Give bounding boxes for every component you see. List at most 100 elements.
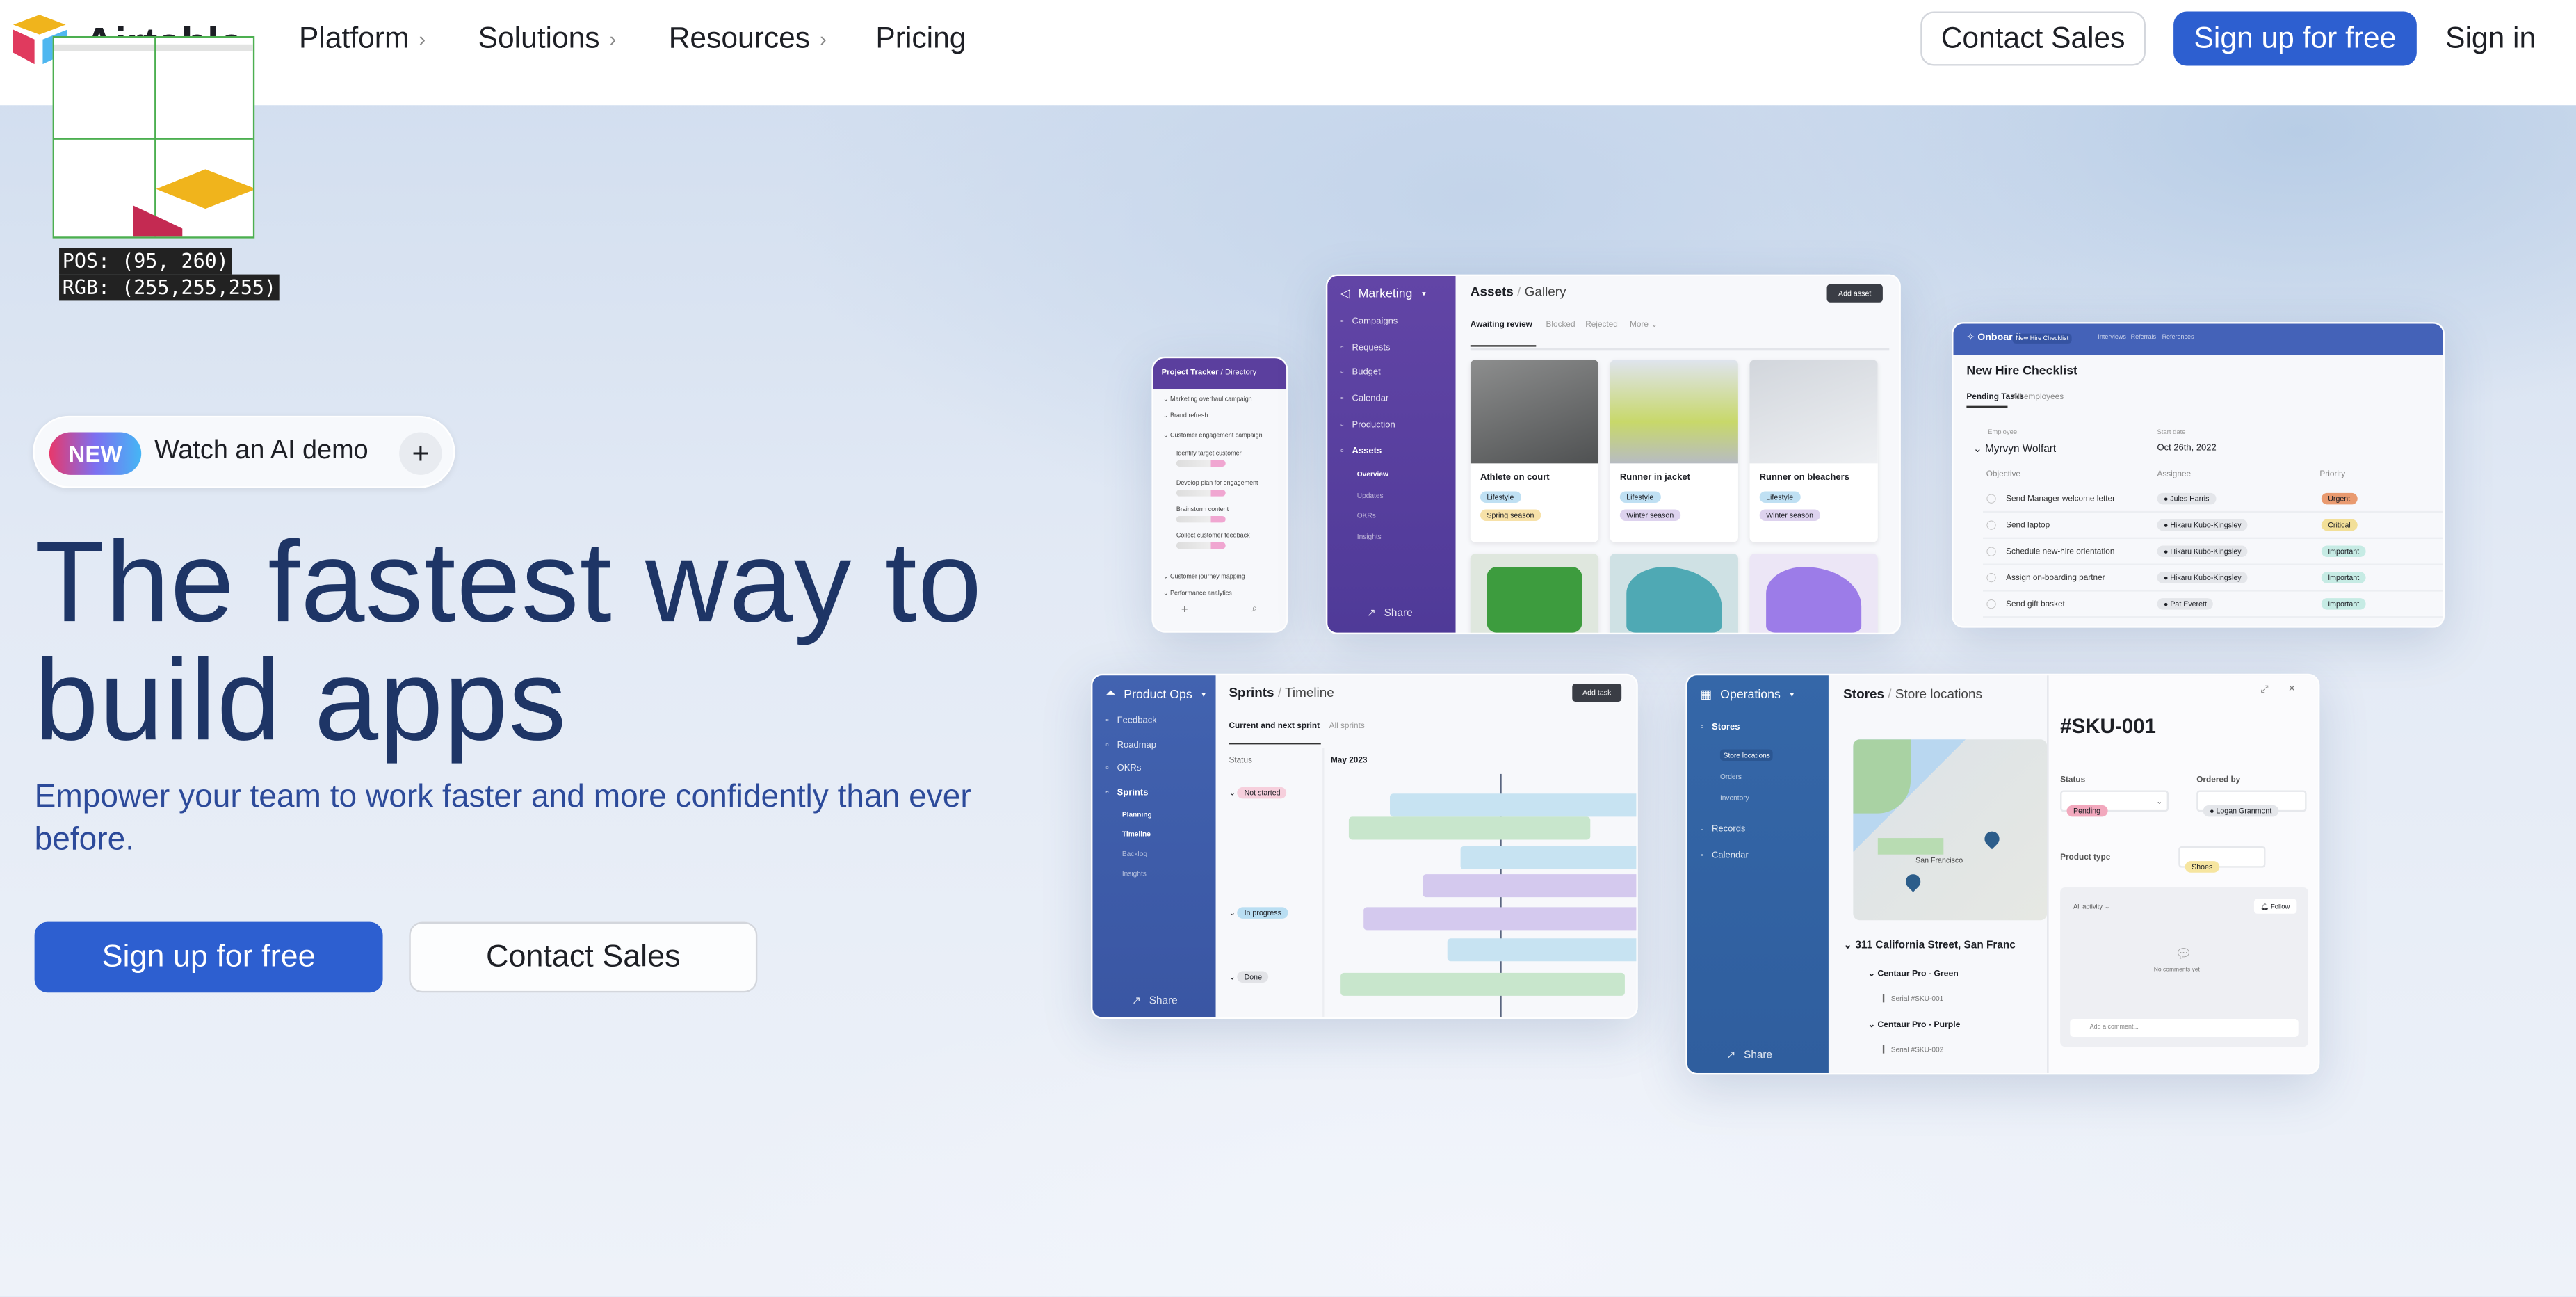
ordered-by-select[interactable]: ● Logan Granmont (2196, 790, 2307, 817)
tracker-item[interactable]: ⌄ Marketing overhaul campaign (1163, 394, 1252, 402)
map-pin-icon[interactable] (1902, 871, 1924, 892)
tracker-item[interactable]: Develop plan for engagement (1176, 480, 1258, 486)
add-asset-button[interactable]: Add asset (1826, 284, 1883, 303)
share-button[interactable]: ↗ Share (1726, 1049, 1772, 1062)
item-group[interactable]: ⌄ Centaur Pro - Purple (1868, 1020, 1961, 1030)
timeline-bar[interactable] (1390, 793, 1637, 817)
nav-solutions[interactable]: Solutions › (478, 22, 617, 56)
sidebar-item-campaigns[interactable]: ▫ Campaigns (1340, 317, 1398, 327)
tab-new-hire-checklist[interactable]: New Hire Checklist (2012, 333, 2072, 344)
timeline-bar[interactable] (1340, 972, 1625, 996)
sidebar-subitem-insights[interactable]: Insights (1357, 531, 1382, 540)
sidebar-subitem-orders[interactable]: Orders (1720, 771, 1742, 780)
status-select[interactable]: Pending ⌄ (2060, 790, 2169, 817)
sidebar-item-assets[interactable]: ▫ Assets (1340, 446, 1382, 456)
tab-0[interactable]: Awaiting review (1471, 321, 1532, 330)
share-button[interactable]: ↗ Share (1132, 994, 1178, 1008)
timeline-bar[interactable] (1348, 816, 1591, 840)
tab-referrals[interactable]: Referrals (2131, 334, 2156, 340)
tab-current-sprint[interactable]: Current and next sprint (1229, 721, 1320, 731)
workspace-switcher[interactable]: ⏶ Product Ops ▼ (1105, 685, 1207, 702)
timeline-bar[interactable] (1447, 938, 1637, 962)
sign-up-button[interactable]: Sign up for free (2173, 11, 2417, 66)
tab-interviews[interactable]: Interviews (2098, 334, 2125, 340)
sidebar-subitem-updates[interactable]: Updates (1357, 490, 1384, 499)
table-row[interactable]: ◯ Schedule new-hire orientation ● Hikaru… (1983, 539, 2443, 565)
hero-sign-up-button[interactable]: Sign up for free (34, 921, 383, 993)
tab-all-sprints[interactable]: All sprints (1329, 721, 1365, 731)
activity-filter[interactable]: All activity ⌄ (2073, 902, 2110, 910)
check-icon[interactable]: ◯ (1986, 572, 1997, 582)
search-icon[interactable]: ⌕ (1252, 605, 1258, 617)
table-row[interactable]: ◯ Send gift basket ● Pat Everett Importa… (1983, 592, 2443, 618)
tracker-item[interactable]: ⌄ Customer journey mapping (1163, 572, 1245, 580)
tab-3[interactable]: More ⌄ (1630, 321, 1658, 330)
nav-platform[interactable]: Platform › (299, 22, 426, 56)
tracker-item[interactable]: Brainstorm content (1176, 506, 1229, 513)
tracker-item[interactable]: Collect customer feedback (1176, 533, 1250, 539)
nav-pricing[interactable]: Pricing (875, 22, 966, 56)
sidebar-subitem-overview[interactable]: Overview (1357, 470, 1388, 478)
sidebar-subitem-timeline[interactable]: Timeline (1122, 830, 1151, 838)
sidebar-item-sprints[interactable]: ▫ Sprints (1105, 788, 1148, 798)
sidebar-subitem-store-locations[interactable]: Store locations (1719, 749, 1774, 762)
asset-card[interactable]: Runner in jacket Lifestyle Winter season (1610, 360, 1738, 542)
sidebar-subitem-planning[interactable]: Planning (1122, 810, 1152, 819)
sidebar-item-requests[interactable]: ▫ Requests (1340, 343, 1390, 353)
ai-demo-pill[interactable]: NEW Watch an AI demo + (33, 415, 455, 488)
tracker-item[interactable]: ⌄ Brand refresh (1163, 411, 1208, 419)
check-icon[interactable]: ◯ (1986, 520, 1997, 530)
check-icon[interactable]: ◯ (1986, 494, 1997, 504)
item-serial[interactable]: Serial #SKU-002 (1882, 1045, 1943, 1054)
tracker-item[interactable]: ⌄ Customer engagement campaign (1163, 430, 1263, 438)
sign-in-link[interactable]: Sign in (2435, 12, 2547, 66)
sidebar-subitem-backlog[interactable]: Backlog (1122, 850, 1147, 858)
store-map[interactable]: San Francisco (1853, 739, 2048, 921)
nav-resources[interactable]: Resources › (669, 22, 827, 56)
asset-card[interactable] (1470, 554, 1599, 633)
table-row[interactable]: ◯ Assign on-boarding partner ● Hikaru Ku… (1983, 565, 2443, 592)
tab-references[interactable]: References (2162, 334, 2194, 340)
tab-all-employees[interactable]: All employees (2013, 393, 2064, 403)
sidebar-subitem-insights[interactable]: Insights (1122, 869, 1147, 878)
sidebar-subitem-okrs[interactable]: OKRs (1357, 511, 1376, 519)
add-icon[interactable]: + (1181, 605, 1188, 617)
expand-icon[interactable]: ⤢ (2260, 685, 2268, 697)
asset-card[interactable]: Athlete on court Lifestyle Spring season (1470, 360, 1599, 542)
asset-card[interactable] (1749, 554, 1878, 633)
sidebar-item-budget[interactable]: ▫ Budget (1340, 369, 1381, 378)
asset-card[interactable] (1610, 554, 1738, 633)
sidebar-item-calendar[interactable]: ▫ Calendar (1701, 851, 1749, 861)
hero-contact-sales-button[interactable]: Contact Sales (409, 921, 758, 993)
map-pin-icon[interactable] (1981, 828, 2003, 850)
sidebar-item-calendar[interactable]: ▫ Calendar (1340, 394, 1388, 404)
comment-input[interactable]: Add a comment... (2070, 1018, 2299, 1037)
table-row[interactable]: ◯ Send laptop ● Hikaru Kubo-Kingsley Cri… (1983, 513, 2443, 540)
sidebar-item-roadmap[interactable]: ▫ Roadmap (1105, 740, 1156, 750)
item-serial[interactable]: Serial #SKU-001 (1882, 994, 1943, 1003)
asset-card[interactable]: Runner on bleachers Lifestyle Winter seas… (1749, 360, 1878, 542)
status-group-0[interactable]: ⌄ Not started (1229, 787, 1288, 799)
sidebar-item-stores[interactable]: ▫ Stores (1701, 723, 1740, 733)
sidebar-item-feedback[interactable]: ▫ Feedback (1105, 716, 1157, 726)
tab-2[interactable]: Rejected (1585, 321, 1618, 330)
item-group[interactable]: ⌄ Centaur Pro - Green (1868, 969, 1959, 979)
tracker-item[interactable]: Identify target customer (1176, 450, 1242, 456)
sidebar-item-okrs[interactable]: ▫ OKRs (1105, 764, 1141, 774)
tab-1[interactable]: Blocked (1546, 321, 1575, 330)
sidebar-item-records[interactable]: ▫ Records (1701, 825, 1746, 835)
product-type-select[interactable]: Shoes (2178, 846, 2266, 873)
sidebar-subitem-inventory[interactable]: Inventory (1720, 793, 1749, 802)
add-task-button[interactable]: Add task (1572, 683, 1622, 702)
follow-button[interactable]: 🔔︎ Follow (2253, 899, 2296, 914)
store-address[interactable]: ⌄ 311 California Street, San Franc (1843, 938, 2047, 952)
timeline-bar[interactable] (1460, 846, 1637, 869)
status-group-2[interactable]: ⌄ Done (1229, 971, 1269, 983)
workspace-switcher[interactable]: ◁ Marketing ▼ (1340, 286, 1427, 300)
workspace-switcher[interactable]: ▦ Operations ▼ (1701, 687, 1795, 702)
contact-sales-button[interactable]: Contact Sales (1920, 11, 2146, 66)
tracker-item[interactable]: ⌄ Performance analytics (1163, 588, 1232, 596)
timeline-bar[interactable] (1423, 874, 1637, 898)
timeline-bar[interactable] (1363, 907, 1637, 931)
share-button[interactable]: ↗ Share (1367, 606, 1413, 620)
